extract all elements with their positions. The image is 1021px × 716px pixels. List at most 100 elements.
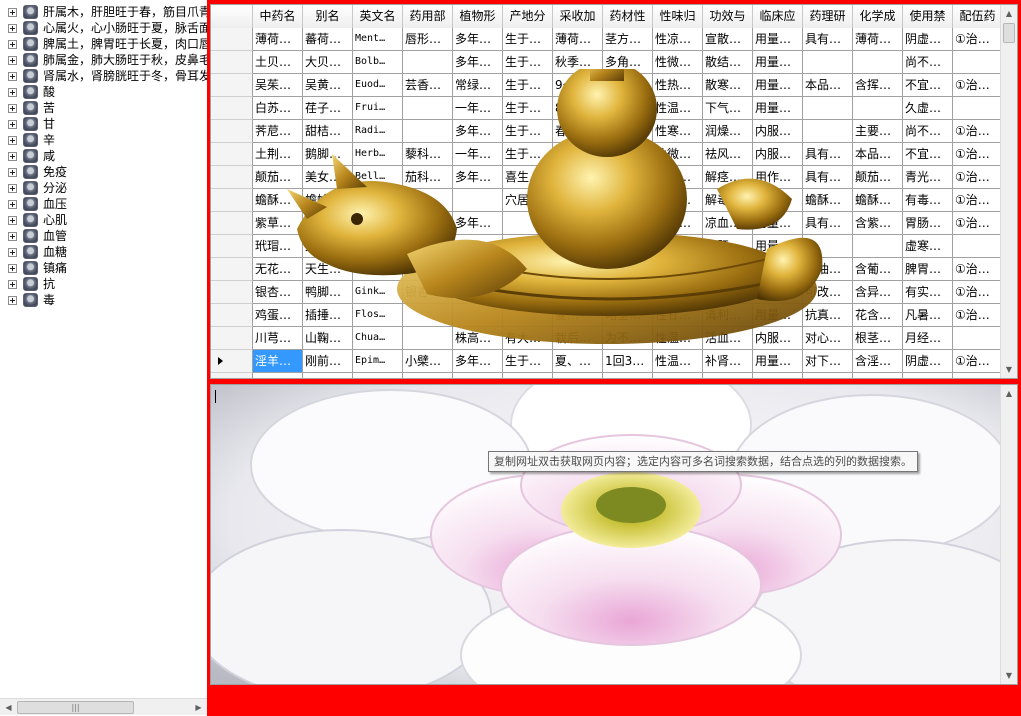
table-cell[interactable]: 用量… <box>753 350 803 373</box>
table-cell[interactable]: … <box>403 373 453 378</box>
tree-horizontal-scrollbar[interactable]: ◀ ||| ▶ <box>0 698 207 715</box>
arrow-left-icon[interactable]: ◀ <box>0 699 17 716</box>
table-cell[interactable]: 鸡蛋… <box>253 304 303 327</box>
table-cell[interactable]: Bolb… <box>353 51 403 74</box>
table-cell[interactable]: 茄科… <box>403 166 453 189</box>
table-row[interactable]: 薄荷… 蕃荷… Ment… 唇形… 多年… 生于… 薄荷… 茎方… 性凉… 宣散… 用量… 具有… 薄荷… <box>211 28 1017 51</box>
table-cell[interactable]: 株高… <box>453 327 503 350</box>
table-cell[interactable]: 含淫… <box>853 350 903 373</box>
tree-node[interactable]: 肾属水，肾膀胱旺于冬，骨耳发 <box>0 68 207 84</box>
table-cell[interactable]: … <box>903 373 953 378</box>
table-cell[interactable]: 春、… <box>553 212 603 235</box>
category-tree[interactable]: 肝属木，肝胆旺于春，筋目爪青 心属火，心小肠旺于夏，脉舌面 脾属土，脾胃旺于长夏，肉… <box>0 0 207 716</box>
table-cell[interactable]: 解痉… <box>703 166 753 189</box>
table-cell[interactable]: 对下… <box>803 350 853 373</box>
row-header[interactable] <box>211 373 253 378</box>
table-cell[interactable]: 8～10… <box>553 97 603 120</box>
table-cell[interactable]: Epim… <box>353 350 403 373</box>
table-cell[interactable]: 性微… <box>653 51 703 74</box>
table-cell[interactable]: Radi… <box>353 120 403 143</box>
plus-expander-icon[interactable] <box>8 56 17 65</box>
table-cell[interactable] <box>953 51 1003 74</box>
tree-node[interactable]: 心属火，心小肠旺于夏，脉舌面 <box>0 20 207 36</box>
row-header[interactable] <box>211 212 253 235</box>
table-cell[interactable]: 倒圆… <box>603 258 653 281</box>
table-cell[interactable]: 本品… <box>603 189 653 212</box>
table-cell[interactable]: ①治… <box>953 74 1003 97</box>
table-cell[interactable] <box>403 304 453 327</box>
row-header[interactable] <box>211 327 253 350</box>
table-cell[interactable]: 本品… <box>803 74 853 97</box>
column-header[interactable]: 中药名 <box>253 5 303 28</box>
row-header[interactable] <box>211 97 253 120</box>
row-header[interactable] <box>211 189 253 212</box>
table-cell[interactable]: 性寒… <box>653 235 703 258</box>
table-cell[interactable]: 具有… <box>803 28 853 51</box>
table-cell[interactable]: 颠茄… <box>853 166 903 189</box>
plus-expander-icon[interactable] <box>8 248 17 257</box>
table-cell[interactable]: … <box>553 373 603 378</box>
table-cell[interactable]: ①治… <box>953 189 1003 212</box>
tree-node[interactable]: 肝属木，肝胆旺于春，筋目爪青 <box>0 4 207 20</box>
table-cell[interactable]: 含紫… <box>853 212 903 235</box>
table-cell[interactable]: 夏… <box>553 304 603 327</box>
table-cell[interactable]: 紫草… <box>253 212 303 235</box>
table-cell[interactable]: ①治… <box>953 304 1003 327</box>
table-cell[interactable]: 秋季… <box>553 51 603 74</box>
table-cell[interactable]: 甜桔… <box>303 120 353 143</box>
table-cell[interactable] <box>403 235 453 258</box>
table-cell[interactable]: 宣散… <box>703 28 753 51</box>
tree-node[interactable]: 毒 <box>0 292 207 308</box>
table-cell[interactable]: ①治… <box>953 350 1003 373</box>
table-cell[interactable]: Ment… <box>353 28 403 51</box>
table-cell[interactable]: 吴黄… <box>303 74 353 97</box>
table-cell[interactable] <box>503 212 553 235</box>
column-header[interactable]: 化学成 <box>853 5 903 28</box>
table-cell[interactable]: 7～1… <box>553 258 603 281</box>
table-cell[interactable]: 荏子… <box>303 97 353 120</box>
tree-node[interactable]: 肺属金，肺大肠旺于秋，皮鼻毛 <box>0 52 207 68</box>
column-header[interactable]: 采收加 <box>553 5 603 28</box>
arrow-up-icon[interactable]: ▲ <box>1001 385 1017 402</box>
table-cell[interactable]: Syco… <box>353 258 403 281</box>
table-cell[interactable]: 蟾酥… <box>253 189 303 212</box>
content-vertical-scrollbar[interactable]: ▲ ▼ <box>1000 385 1017 684</box>
table-cell[interactable]: 抗真… <box>803 304 853 327</box>
table-cell[interactable]: 刚前… <box>303 350 353 373</box>
table-cell[interactable]: 味微… <box>653 166 703 189</box>
table-cell[interactable] <box>953 235 1003 258</box>
column-header[interactable]: 产地分 <box>503 5 553 28</box>
table-cell[interactable]: 全年… <box>553 235 603 258</box>
scroll-thumb[interactable] <box>1003 23 1015 43</box>
table-cell[interactable]: 含挥… <box>853 74 903 97</box>
table-cell[interactable]: 颠茄… <box>253 166 303 189</box>
table-cell[interactable]: 8月… <box>553 143 603 166</box>
table-cell[interactable]: 喜生… <box>503 166 553 189</box>
table-row[interactable]: 紫草… 紫草… Arne… 多年… 春、… 不规… 性寒… 凉血… 用量… 具有… 含紫… 胃肠… ①治… <box>211 212 1017 235</box>
table-cell[interactable]: 清利… <box>703 304 753 327</box>
table-row[interactable]: 无花… 天生… Syco… 落叶… 常栽… 7～1… 倒圆… 性平… 健胃… 用量… 石油… 含葡… 脾… <box>211 258 1017 281</box>
table-cell[interactable]: 薄荷… <box>853 28 903 51</box>
table-cell[interactable]: 凉血… <box>703 212 753 235</box>
table-cell[interactable]: 润燥… <box>703 120 753 143</box>
tree-node[interactable]: 甘 <box>0 116 207 132</box>
table-cell[interactable]: … <box>303 373 353 378</box>
tree-node[interactable]: 心肌 <box>0 212 207 228</box>
table-cell[interactable]: 尚不… <box>903 51 953 74</box>
plus-expander-icon[interactable] <box>8 296 17 305</box>
table-cell[interactable] <box>453 189 503 212</box>
table-cell[interactable]: ①治… <box>953 166 1003 189</box>
table-cell[interactable] <box>803 120 853 143</box>
row-header[interactable] <box>211 120 253 143</box>
row-header[interactable] <box>211 304 253 327</box>
table-cell[interactable]: Herb… <box>353 143 403 166</box>
table-cell[interactable]: 近圆… <box>603 235 653 258</box>
table-cell[interactable]: 脾胃… <box>903 258 953 281</box>
column-header[interactable]: 植物形 <box>453 5 503 28</box>
table-cell[interactable]: 多年… <box>453 166 503 189</box>
table-cell[interactable]: … <box>653 373 703 378</box>
plus-expander-icon[interactable] <box>8 168 17 177</box>
table-cell[interactable]: 用量… <box>753 281 803 304</box>
plus-expander-icon[interactable] <box>8 88 17 97</box>
table-cell[interactable]: 无花… <box>253 258 303 281</box>
